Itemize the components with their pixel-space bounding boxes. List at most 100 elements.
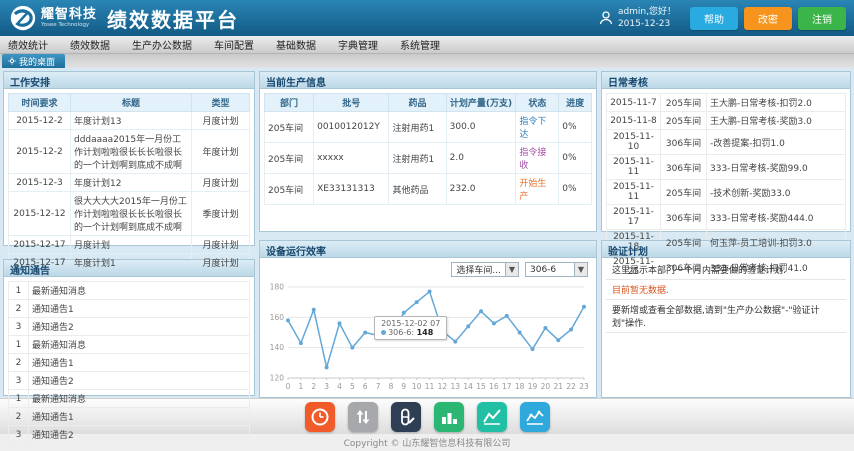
svg-text:0: 0: [286, 382, 291, 391]
svg-text:7: 7: [376, 382, 381, 391]
notices-table: 1最新通知消息2通知通告13通知通告21最新通知消息2通知通告13通知通告21最…: [8, 281, 250, 444]
validation-text: 要新增或查看全部数据,请到"生产办公数据"-"验证计划"操作.: [606, 300, 846, 333]
column-header: 标题: [71, 94, 192, 112]
column-header: 计划产量(万支): [446, 94, 516, 112]
workshop-select[interactable]: 选择车间... ▼: [451, 262, 519, 277]
device-select[interactable]: 306-6 ▼: [525, 262, 588, 277]
notice-item[interactable]: 1最新通知消息: [9, 336, 250, 354]
tab-my-desktop[interactable]: 我的桌面: [2, 54, 65, 68]
progress-value: 0%: [559, 143, 592, 174]
svg-text:180: 180: [270, 283, 285, 292]
svg-text:20: 20: [541, 382, 551, 391]
svg-text:160: 160: [270, 313, 285, 322]
chevron-down-icon: ▼: [505, 263, 518, 276]
transfer-icon[interactable]: [348, 402, 378, 432]
nav-item[interactable]: 绩效数据: [70, 37, 110, 52]
column-header: 部门: [265, 94, 314, 112]
svg-text:23: 23: [579, 382, 589, 391]
nav-item[interactable]: 绩效统计: [8, 37, 48, 52]
clock-icon[interactable]: [305, 402, 335, 432]
svg-text:9: 9: [401, 382, 406, 391]
table-row[interactable]: 2015-12-3年度计划12月度计划: [9, 174, 250, 192]
area-chart-icon[interactable]: [520, 402, 550, 432]
logo-subtext: Yosee Technology: [41, 23, 97, 29]
logo: 耀智科技 Yosee Technology: [10, 5, 97, 31]
list-item: 2015-11-17306车间333-日常考核-奖励444.0: [607, 205, 846, 230]
svg-text:140: 140: [270, 343, 285, 352]
header-button-注销[interactable]: 注销: [798, 7, 846, 30]
header-button-改密[interactable]: 改密: [744, 7, 792, 30]
panel-production: 当前生产信息 部门批号药品计划产量(万支)状态进度 205车间001001201…: [259, 71, 597, 232]
column-header: 状态: [516, 94, 559, 112]
tab-strip: 我的桌面: [0, 54, 854, 68]
svg-text:13: 13: [451, 382, 461, 391]
panel-title: 日常考核: [602, 72, 850, 89]
table-row[interactable]: 2015-12-12很大大大大2015年一月份工作计划啦啦很长长长啦很长的一个计…: [9, 192, 250, 236]
table-row: 205车间xxxxx注射用药12.0指令接收0%: [265, 143, 592, 174]
notice-item[interactable]: 1最新通知消息: [9, 282, 250, 300]
svg-text:1: 1: [298, 382, 303, 391]
svg-text:18: 18: [515, 382, 525, 391]
list-item: 2015-11-10306车间-改善提案-扣罚1.0: [607, 130, 846, 155]
status-link[interactable]: 开始生产: [519, 179, 546, 202]
column-header: 类型: [192, 94, 250, 112]
list-item: 2015-11-11205车间-技术创新-奖励33.0: [607, 180, 846, 205]
column-header: 药品: [389, 94, 446, 112]
svg-text:12: 12: [438, 382, 448, 391]
svg-text:10: 10: [412, 382, 422, 391]
panel-equipment-chart: 设备运行效率 选择车间... ▼ 306-6 ▼ 120140160180012…: [259, 240, 597, 398]
main-nav: 绩效统计 绩效数据 生产办公数据 车间配置 基础数据 字典管理 系统管理: [0, 36, 854, 54]
column-header: 批号: [314, 94, 389, 112]
user-greeting: admin,您好！: [618, 6, 676, 18]
nav-item[interactable]: 生产办公数据: [132, 37, 192, 52]
notice-item[interactable]: 2通知通告1: [9, 300, 250, 318]
dashboard: 工作安排 时间要求标题类型 2015-12-2年度计划13月度计划2015-12…: [0, 68, 854, 398]
table-row: 205车间XE33131313其他药品232.0开始生产0%: [265, 174, 592, 205]
panel-title: 设备运行效率: [260, 241, 596, 258]
svg-text:2: 2: [311, 382, 316, 391]
efficiency-chart: 1201401601800123456789101112131415161718…: [262, 279, 594, 397]
notice-item[interactable]: 1最新通知消息: [9, 390, 250, 408]
header-date: 2015-12-23: [618, 18, 676, 30]
medicine-icon[interactable]: [391, 402, 421, 432]
notice-item[interactable]: 3通知通告2: [9, 318, 250, 336]
nav-item[interactable]: 系统管理: [400, 37, 440, 52]
panel-title: 当前生产信息: [260, 72, 596, 89]
notice-item[interactable]: 2通知通告1: [9, 354, 250, 372]
svg-text:16: 16: [489, 382, 499, 391]
list-item: 2015-11-8205车间王大鹏-日常考核-奖励3.0: [607, 112, 846, 130]
logo-icon: [10, 5, 36, 31]
table-row: 205车间0010012012Y注射用药1300.0指令下达0%: [265, 112, 592, 143]
progress-value: 0%: [559, 112, 592, 143]
svg-text:120: 120: [270, 374, 285, 383]
svg-text:14: 14: [463, 382, 473, 391]
logo-text: 耀智科技: [41, 8, 97, 21]
svg-text:6: 6: [363, 382, 368, 391]
nav-item[interactable]: 基础数据: [276, 37, 316, 52]
work-plan-table: 时间要求标题类型 2015-12-2年度计划13月度计划2015-12-2ddd…: [8, 93, 250, 272]
status-link[interactable]: 指令下达: [519, 117, 546, 140]
notice-item[interactable]: 2通知通告1: [9, 408, 250, 426]
list-item: 2015-11-7205车间王大鹏-日常考核-扣罚2.0: [607, 94, 846, 112]
list-item: 2015-11-11306车间333-日常考核-奖励99.0: [607, 155, 846, 180]
header-button-帮助[interactable]: 帮助: [690, 7, 738, 30]
bar-chart-icon[interactable]: [434, 402, 464, 432]
notice-item[interactable]: 3通知通告2: [9, 372, 250, 390]
panel-daily-review: 日常考核 2015-11-7205车间王大鹏-日常考核-扣罚2.02015-11…: [601, 71, 851, 232]
notice-item[interactable]: 3通知通告2: [9, 426, 250, 444]
line-chart-icon[interactable]: [477, 402, 507, 432]
table-row[interactable]: 2015-12-2年度计划13月度计划: [9, 112, 250, 130]
app-header: 耀智科技 Yosee Technology 绩效数据平台 admin,您好！ 2…: [0, 0, 854, 36]
table-row[interactable]: 2015-12-2dddaaaa2015年一月份工作计划啦啦很长长长啦很长的一个…: [9, 130, 250, 174]
tab-label: 我的桌面: [19, 55, 55, 68]
nav-item[interactable]: 车间配置: [214, 37, 254, 52]
panel-validation-plan: 验证计划 这里显示本部门一个月内需要做的验证计划.目前暂无数据.要新增或查看全部…: [601, 240, 851, 398]
page-title: 绩效数据平台: [107, 4, 239, 33]
svg-text:19: 19: [528, 382, 538, 391]
nav-item[interactable]: 字典管理: [338, 37, 378, 52]
tooltip-date: 2015-12-02 07: [381, 319, 440, 328]
status-link[interactable]: 指令接收: [519, 148, 546, 171]
table-row[interactable]: 2015-12-17月度计划月度计划: [9, 236, 250, 254]
gear-icon: [8, 57, 16, 65]
svg-text:22: 22: [566, 382, 576, 391]
